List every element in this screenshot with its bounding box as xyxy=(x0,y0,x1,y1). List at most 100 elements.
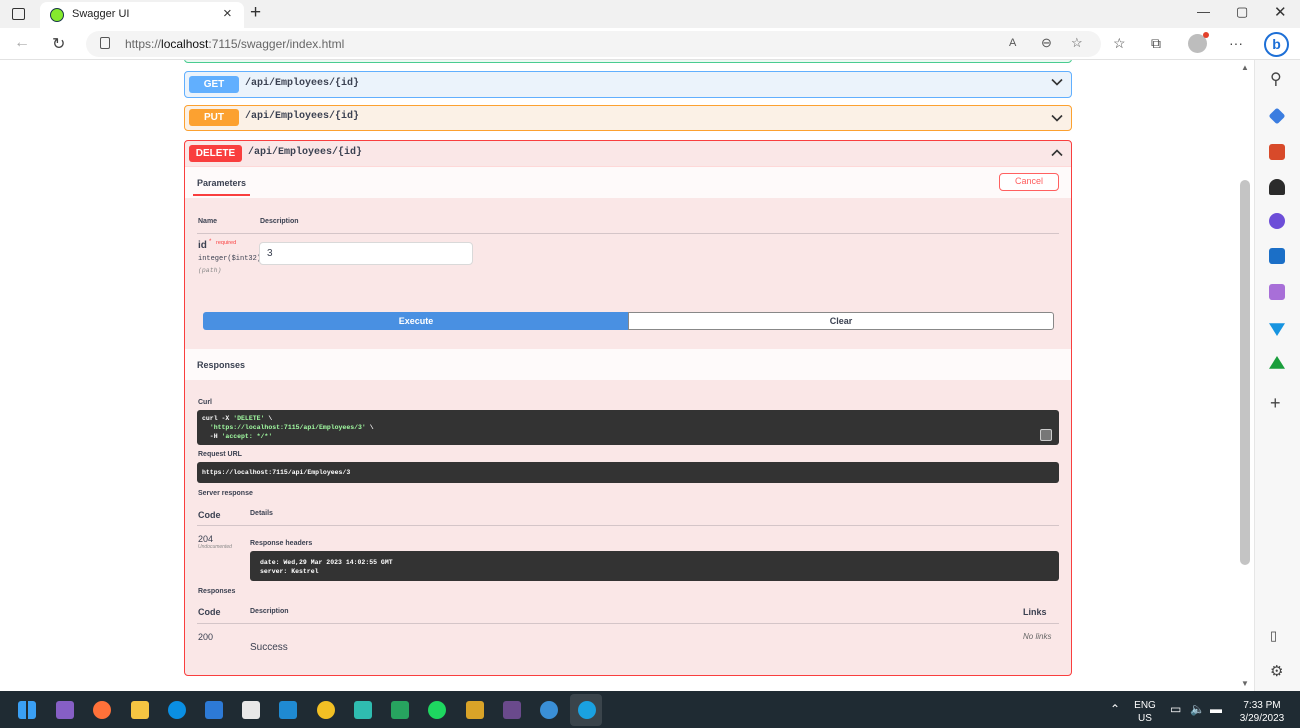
browser-tab-bar: Swagger UI × + — ▢ ✕ xyxy=(0,0,1300,28)
chevron-up-icon[interactable] xyxy=(1051,147,1063,159)
display-icon[interactable]: ▭ xyxy=(1170,702,1181,716)
post-operation-edge xyxy=(184,60,1072,63)
scrollbar-thumb[interactable] xyxy=(1240,180,1250,565)
mail-icon[interactable] xyxy=(205,701,223,719)
execute-button[interactable]: Execute xyxy=(203,312,629,330)
new-tab-icon[interactable]: + xyxy=(250,2,261,24)
scroll-down-icon[interactable]: ▼ xyxy=(1241,679,1249,688)
tab-close-icon[interactable]: × xyxy=(223,5,232,22)
language-line1: ENG xyxy=(1134,700,1156,711)
outlook-icon[interactable] xyxy=(1269,248,1285,264)
operation-put-summary[interactable]: PUT /api/Employees/{id} xyxy=(185,106,1071,130)
swagger-favicon-icon xyxy=(50,8,64,22)
response-200-links: No links xyxy=(1023,632,1052,641)
response-code: 204 xyxy=(198,534,214,544)
tab-actions-icon[interactable] xyxy=(12,8,25,20)
skype-icon[interactable] xyxy=(168,701,186,719)
tree-icon[interactable] xyxy=(1269,356,1285,369)
photos-icon[interactable] xyxy=(354,701,372,719)
collections-icon[interactable]: ⧉ xyxy=(1151,35,1161,52)
curl-code-block: curl -X 'DELETE' \ 'https://localhost:71… xyxy=(197,410,1059,445)
address-bar[interactable]: https://localhost:7115/swagger/index.htm… xyxy=(86,31,1101,57)
column-name-header: Name xyxy=(198,218,218,225)
favorite-add-icon[interactable]: ☆ xyxy=(1071,35,1083,51)
response-links-column-header: Links xyxy=(1023,607,1047,617)
swagger-page: GET /api/Employees/{id} PUT /api/Employe… xyxy=(0,60,1238,691)
operation-get-summary[interactable]: GET /api/Employees/{id} xyxy=(185,72,1071,96)
edge-sidebar: ⚲ + ▯ ⚙ xyxy=(1254,60,1300,691)
request-url-block: https://localhost:7115/api/Employees/3 xyxy=(197,462,1059,483)
code-column-header: Code xyxy=(198,510,221,520)
store-icon[interactable] xyxy=(242,701,260,719)
response-headers-label: Response headers xyxy=(250,540,313,547)
scroll-up-icon[interactable]: ▲ xyxy=(1241,63,1249,72)
tools-icon[interactable] xyxy=(1269,144,1285,160)
visual-studio-icon[interactable] xyxy=(56,701,74,719)
file-explorer-icon[interactable] xyxy=(131,701,149,719)
method-badge-put: PUT xyxy=(189,109,239,126)
back-icon[interactable]: ← xyxy=(14,34,30,52)
page-scrollbar[interactable]: ▲ ▼ xyxy=(1238,60,1252,691)
firefox-icon[interactable] xyxy=(93,701,111,719)
spotify-icon[interactable] xyxy=(428,701,446,719)
parameters-tab-underline xyxy=(193,194,250,196)
chrome-icon[interactable] xyxy=(317,701,335,719)
games-icon[interactable] xyxy=(1269,179,1285,195)
designer-icon[interactable] xyxy=(1269,284,1285,300)
responses-header: Responses xyxy=(185,349,1071,380)
vscode-icon[interactable] xyxy=(279,701,297,719)
table-divider xyxy=(197,623,1059,624)
whatsapp-icon[interactable] xyxy=(391,701,409,719)
more-menu-icon[interactable]: ··· xyxy=(1229,35,1243,51)
sidebar-panel-icon[interactable]: ▯ xyxy=(1270,628,1277,644)
battery-icon[interactable]: ▬ xyxy=(1210,702,1222,716)
id-input[interactable]: 3 xyxy=(259,242,473,265)
response-code-column-header: Code xyxy=(198,607,221,617)
operation-delete-summary[interactable]: DELETE /api/Employees/{id} xyxy=(185,141,1071,167)
tab-title: Swagger UI xyxy=(72,8,130,20)
sketch-icon[interactable] xyxy=(466,701,484,719)
cancel-button[interactable]: Cancel xyxy=(999,173,1059,191)
restore-icon[interactable]: ▢ xyxy=(1236,4,1248,20)
add-sidebar-app-icon[interactable]: + xyxy=(1270,393,1281,414)
language-indicator[interactable]: ENG US xyxy=(1131,699,1159,725)
operation-put: PUT /api/Employees/{id} xyxy=(184,105,1072,131)
param-name: id xyxy=(198,240,207,251)
drop-icon[interactable] xyxy=(1269,323,1285,336)
bing-chat-icon[interactable]: b xyxy=(1264,32,1289,57)
chevron-down-icon[interactable] xyxy=(1051,112,1063,124)
address-toolbar: ← ↻ https://localhost:7115/swagger/index… xyxy=(0,28,1300,60)
parameters-tab[interactable]: Parameters xyxy=(197,178,246,188)
shopping-tag-icon[interactable] xyxy=(1268,107,1286,125)
start-windows-icon[interactable] xyxy=(18,701,36,719)
globe-icon[interactable] xyxy=(540,701,558,719)
speaker-muted-icon[interactable]: 🔈 xyxy=(1190,702,1205,716)
tray-chevron-up-icon[interactable]: ⌃ xyxy=(1110,702,1120,716)
address-url: https://localhost:7115/swagger/index.htm… xyxy=(125,37,345,51)
search-icon[interactable]: ⚲ xyxy=(1270,69,1282,89)
request-url-label: Request URL xyxy=(198,451,242,458)
copy-icon[interactable] xyxy=(1040,429,1052,441)
terminal-icon[interactable] xyxy=(503,701,521,719)
edge-icon[interactable] xyxy=(578,701,596,719)
clear-button[interactable]: Clear xyxy=(628,312,1054,330)
read-aloud-icon[interactable]: A xyxy=(1009,37,1016,49)
chevron-down-icon[interactable] xyxy=(1051,76,1063,88)
refresh-icon[interactable]: ↻ xyxy=(52,34,65,54)
response-headers-block: date: Wed,29 Mar 2023 14:02:55 GMT serve… xyxy=(250,551,1059,581)
favorites-icon[interactable]: ☆ xyxy=(1113,35,1126,52)
minimize-icon[interactable]: — xyxy=(1197,4,1210,19)
operation-path: /api/Employees/{id} xyxy=(245,78,360,89)
browser-tab-swagger[interactable]: Swagger UI × xyxy=(40,2,244,28)
parameters-header: Parameters Cancel xyxy=(185,166,1071,198)
clock[interactable]: 7:33 PM 3/29/2023 xyxy=(1234,699,1290,725)
profile-avatar[interactable] xyxy=(1188,32,1209,53)
language-line2: US xyxy=(1138,713,1152,724)
microsoft365-icon[interactable] xyxy=(1269,213,1285,229)
settings-gear-icon[interactable]: ⚙ xyxy=(1270,662,1283,680)
param-required-asterisk: * xyxy=(209,239,212,245)
operation-path: /api/Employees/{id} xyxy=(245,111,360,122)
method-badge-delete: DELETE xyxy=(189,145,242,162)
window-close-icon[interactable]: ✕ xyxy=(1274,3,1287,21)
zoom-icon[interactable]: ⊖ xyxy=(1041,35,1052,51)
